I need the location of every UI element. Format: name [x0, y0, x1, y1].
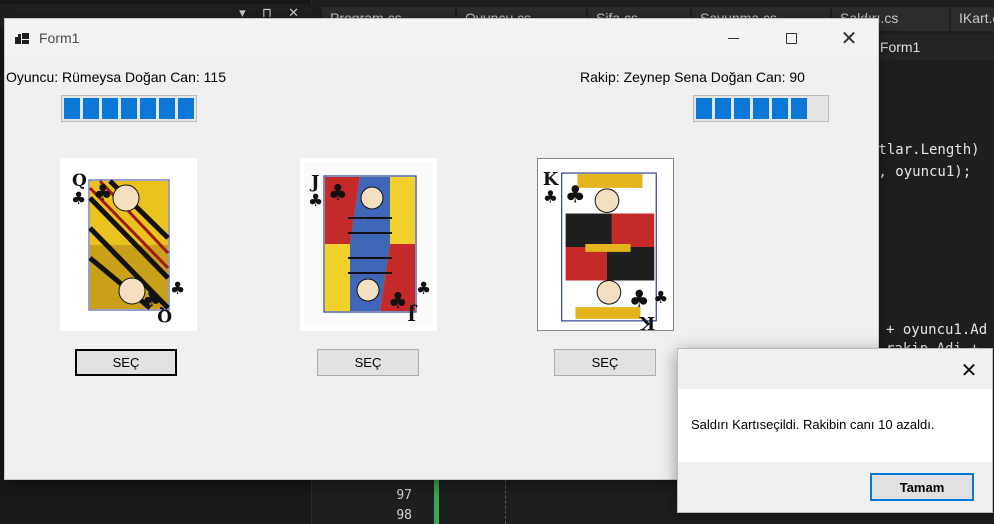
close-button[interactable]: ✕	[820, 19, 878, 57]
select-card-1-button[interactable]: SEÇ	[75, 349, 177, 376]
svg-text:Q: Q	[72, 171, 87, 191]
svg-text:♣: ♣	[71, 189, 86, 209]
svg-text:♣: ♣	[388, 289, 408, 314]
ide-breadcrumb[interactable]: .Form1	[876, 39, 920, 55]
svg-text:♣: ♣	[565, 181, 586, 209]
minimize-button[interactable]	[704, 19, 762, 57]
svg-text:♣: ♣	[170, 279, 185, 299]
player-health-bar	[61, 95, 197, 122]
svg-text:♣: ♣	[416, 279, 431, 299]
select-card-2-button[interactable]: SEÇ	[317, 349, 419, 376]
dialog-close-button[interactable]: ✕	[954, 357, 984, 383]
code-line: p, oyuncu1);	[870, 164, 972, 180]
king-card-image: K ♣ ♣ ♣ ♣ K	[538, 159, 673, 330]
maximize-icon	[785, 32, 797, 44]
minimize-icon	[727, 37, 739, 39]
code-line: + oyuncu1.Ad	[886, 322, 988, 338]
window-title: Form1	[39, 30, 80, 46]
svg-text:♣: ♣	[653, 287, 668, 307]
queen-of-clubs-card[interactable]: Q ♣ ♣ ♣ ♣ Q	[60, 158, 197, 331]
dialog-message: Saldırı Kartıseçildi. Rakibin canı 10 az…	[691, 417, 935, 432]
select-card-3-button[interactable]: SEÇ	[554, 349, 656, 376]
svg-text:♣: ♣	[543, 187, 558, 207]
svg-text:K: K	[639, 312, 655, 330]
king-of-clubs-card[interactable]: K ♣ ♣ ♣ ♣ K	[537, 158, 674, 331]
maximize-button[interactable]	[762, 19, 820, 57]
message-box-dialog: ✕ Saldırı Kartıseçildi. Rakibin canı 10 …	[677, 348, 993, 513]
close-icon: ✕	[960, 358, 978, 382]
opponent-health-bar	[693, 95, 829, 122]
code-line: rtlar.Length)	[870, 142, 980, 158]
jack-card-image: J ♣ ♣ ♣ ♣ J	[304, 162, 433, 327]
svg-text:J: J	[309, 172, 320, 193]
ide-tab[interactable]: IKart.cs	[951, 7, 994, 31]
line-number: 97	[396, 488, 412, 503]
svg-text:♣: ♣	[328, 181, 348, 206]
queen-card-image: Q ♣ ♣ ♣ ♣ Q	[70, 164, 187, 325]
svg-text:Q: Q	[157, 305, 172, 325]
close-icon: ✕	[840, 26, 858, 50]
svg-text:♣: ♣	[308, 191, 323, 211]
jack-of-clubs-card[interactable]: J ♣ ♣ ♣ ♣ J	[300, 158, 437, 331]
dialog-ok-button[interactable]: Tamam	[870, 473, 974, 501]
app-icon	[15, 31, 29, 45]
dialog-message-area: Saldırı Kartıseçildi. Rakibin canı 10 az…	[678, 389, 992, 462]
title-bar[interactable]: Form1 ✕	[5, 19, 878, 57]
svg-text:♣: ♣	[629, 285, 650, 313]
line-number: 98	[396, 508, 412, 523]
player-label: Oyuncu: Rümeysa Doğan Can: 115	[6, 69, 226, 85]
svg-text:♣: ♣	[93, 181, 113, 206]
svg-text:J: J	[407, 303, 418, 324]
opponent-label: Rakip: Zeynep Sena Doğan Can: 90	[580, 69, 805, 85]
